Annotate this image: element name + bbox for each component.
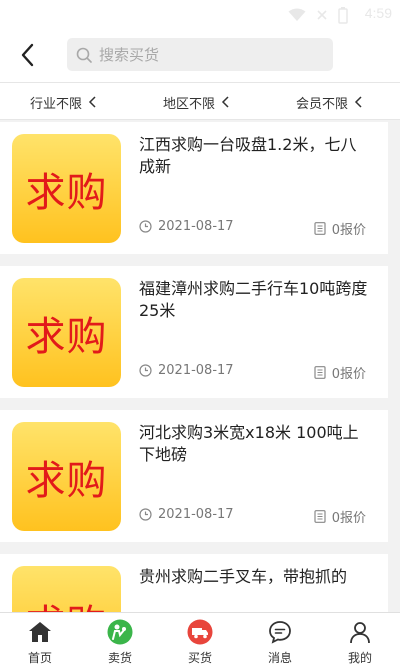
thumb-text: 求购: [25, 457, 108, 504]
thumb-text: 求购: [25, 313, 108, 360]
person-icon: [347, 619, 373, 645]
filter-bar: 行业不限 地区不限 会员不限: [0, 82, 400, 120]
date-text: 2021-08-17: [158, 219, 234, 234]
chevron-left-icon: [88, 96, 96, 108]
tab-home[interactable]: 首页: [0, 613, 80, 666]
tab-label: 首页: [27, 651, 52, 665]
tab-profile[interactable]: 我的: [320, 613, 400, 666]
message-icon: [267, 619, 293, 645]
wifi-icon: [288, 8, 306, 21]
tab-label: 卖货: [107, 651, 132, 665]
post-thumbnail: 求购: [12, 278, 121, 387]
filter-label: 会员不限: [296, 96, 349, 112]
thumb-text: 求购: [26, 592, 108, 613]
status-icons: [288, 6, 348, 24]
list-item[interactable]: 求购 江西求购一台吸盘1.2米，七八成新 2021-08-17 0报价: [0, 122, 388, 254]
status-bar: 4:59: [0, 0, 400, 30]
post-list: 求购 江西求购一台吸盘1.2米，七八成新 2021-08-17 0报价 求购 福…: [0, 122, 400, 612]
list-item[interactable]: 求购 贵州求购二手叉车，带抱抓的: [0, 554, 388, 612]
date-text: 2021-08-17: [158, 507, 234, 522]
search-placeholder: 搜索买货: [99, 46, 160, 64]
post-quote-count: 0报价: [314, 219, 366, 238]
filter-label: 行业不限: [30, 96, 83, 112]
document-icon: [314, 222, 326, 235]
post-quote-count: 0报价: [314, 507, 366, 526]
tab-label: 消息: [267, 651, 292, 665]
list-item[interactable]: 求购 福建漳州求购二手行车10吨跨度25米 2021-08-17 0报价: [0, 266, 388, 398]
post-date: 2021-08-17: [139, 363, 234, 378]
home-icon: [27, 619, 53, 645]
truck-icon: [187, 619, 213, 645]
bottom-tab-bar: 首页 卖货 买货 消息 我的: [0, 612, 400, 666]
clock-icon: [139, 220, 152, 233]
chevron-left-icon: [221, 96, 229, 108]
quote-text: 0报价: [331, 511, 366, 526]
post-date: 2021-08-17: [139, 219, 234, 234]
document-icon: [314, 510, 326, 523]
post-title: 河北求购3米宽x18米 100吨上下地磅: [139, 423, 359, 464]
thumb-text: 求购: [25, 169, 108, 216]
no-signal-icon: [317, 10, 327, 20]
tab-messages[interactable]: 消息: [240, 613, 320, 666]
header: 搜索买货: [0, 30, 400, 82]
document-icon: [314, 366, 326, 379]
search-input[interactable]: 搜索买货: [67, 38, 333, 71]
seller-icon: [107, 619, 133, 645]
filter-industry[interactable]: 行业不限: [30, 83, 96, 121]
quote-text: 0报价: [331, 367, 366, 382]
search-icon: [75, 46, 93, 64]
tab-sell[interactable]: 卖货: [80, 613, 160, 666]
filter-region[interactable]: 地区不限: [163, 83, 229, 121]
quote-text: 0报价: [331, 223, 366, 238]
list-item[interactable]: 求购 河北求购3米宽x18米 100吨上下地磅 2021-08-17 0报价: [0, 410, 388, 542]
battery-icon: [338, 6, 348, 24]
tab-label: 买货: [187, 651, 212, 665]
tab-label: 我的: [347, 651, 372, 665]
clock-icon: [139, 508, 152, 521]
post-date: 2021-08-17: [139, 507, 234, 522]
post-thumbnail: 求购: [12, 134, 121, 243]
post-title: 贵州求购二手叉车，带抱抓的: [139, 567, 348, 586]
post-thumbnail: 求购: [12, 422, 121, 531]
status-time: 4:59: [364, 5, 392, 21]
back-button[interactable]: [14, 40, 40, 70]
tab-buy[interactable]: 买货: [160, 613, 240, 666]
back-arrow-icon: [21, 43, 34, 67]
post-quote-count: 0报价: [314, 363, 366, 382]
filter-label: 地区不限: [163, 96, 216, 112]
filter-membership[interactable]: 会员不限: [296, 83, 362, 121]
post-thumbnail: 求购: [12, 566, 121, 612]
chevron-left-icon: [354, 96, 362, 108]
date-text: 2021-08-17: [158, 363, 234, 378]
clock-icon: [139, 364, 152, 377]
post-title: 江西求购一台吸盘1.2米，七八成新: [139, 135, 357, 176]
post-title: 福建漳州求购二手行车10吨跨度25米: [139, 279, 368, 320]
